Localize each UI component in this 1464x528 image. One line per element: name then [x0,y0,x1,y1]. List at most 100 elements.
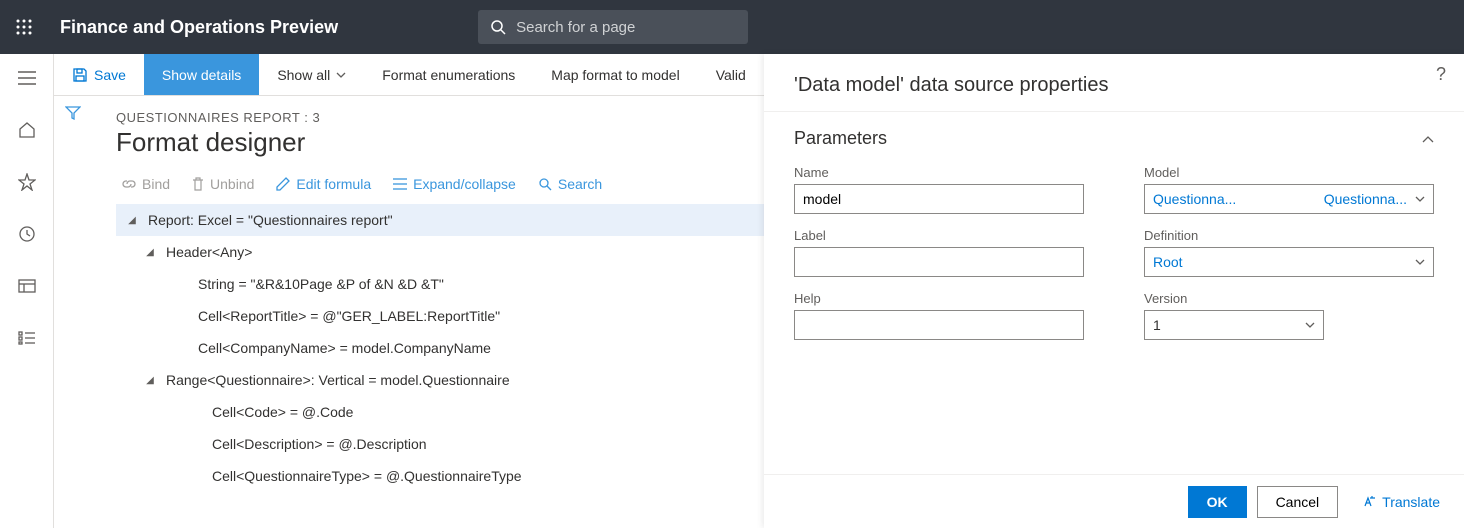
filter-column [54,96,92,528]
list-icon [393,178,407,190]
expand-label: Expand/collapse [413,176,516,192]
ok-button[interactable]: OK [1188,486,1247,518]
show-details-label: Show details [162,67,241,83]
properties-pane: ? 'Data model' data source properties Pa… [764,54,1464,528]
tree-row[interactable]: Cell<Code> = @.Code [116,396,764,428]
help-input[interactable] [794,310,1084,340]
tree-row-label: Report: Excel = "Questionnaires report" [148,212,393,228]
page-title: Format designer [116,127,764,158]
workspace-icon[interactable] [7,270,47,302]
translate-icon [1362,495,1376,509]
tree-row-label: Range<Questionnaire>: Vertical = model.Q… [166,372,510,388]
map-format-button[interactable]: Map format to model [533,54,697,95]
tree-row[interactable]: ◢ Report: Excel = "Questionnaires report" [116,204,764,236]
chevron-down-icon [1415,196,1425,202]
app-title: Finance and Operations Preview [60,17,338,38]
version-select[interactable]: 1 [1144,310,1324,340]
left-nav-rail [0,54,54,528]
validate-button[interactable]: Valid [698,54,764,95]
home-icon[interactable] [7,114,47,146]
format-enumerations-button[interactable]: Format enumerations [364,54,533,95]
translate-button[interactable]: Translate [1362,494,1440,510]
filter-icon[interactable] [65,106,81,528]
command-bar: Save Show details Show all Format enumer… [54,54,764,96]
show-all-button[interactable]: Show all [259,54,364,95]
save-icon [72,67,88,83]
search-placeholder: Search for a page [516,19,635,36]
definition-select[interactable]: Root [1144,247,1434,277]
search-icon [490,19,506,35]
tree-row-label: Cell<Description> = @.Description [212,436,427,452]
tree-row[interactable]: String = "&R&10Page &P of &N &D &T" [116,268,764,300]
edit-icon [276,177,290,191]
model-select[interactable]: Questionna... Questionna... [1144,184,1434,214]
tree-row-label: Cell<ReportTitle> = @"GER_LABEL:ReportTi… [198,308,500,324]
tree-caret-icon[interactable]: ◢ [144,375,156,386]
search-icon [538,177,552,191]
chevron-down-icon [1305,322,1315,328]
definition-label: Definition [1144,228,1434,243]
pane-footer: OK Cancel Translate [764,474,1464,528]
cancel-button[interactable]: Cancel [1257,486,1339,518]
breadcrumb: QUESTIONNAIRES REPORT : 3 [116,110,764,125]
label-label: Label [794,228,1084,243]
app-launcher-icon[interactable] [12,15,36,39]
parameters-section-header[interactable]: Parameters [794,128,1434,149]
show-all-label: Show all [277,67,330,83]
unbind-label: Unbind [210,176,254,192]
recent-icon[interactable] [7,218,47,250]
tree-row[interactable]: Cell<Description> = @.Description [116,428,764,460]
tree-row-label: String = "&R&10Page &P of &N &D &T" [198,276,444,292]
tree-row-label: Header<Any> [166,244,252,260]
tree-row-label: Cell<QuestionnaireType> = @.Questionnair… [212,468,522,484]
format-tree: ◢ Report: Excel = "Questionnaires report"… [116,204,764,492]
expand-collapse-button[interactable]: Expand/collapse [393,176,516,192]
show-details-button[interactable]: Show details [144,54,259,95]
section-title: Parameters [794,128,887,149]
bind-button: Bind [122,176,170,192]
chevron-down-icon [336,72,346,78]
label-input[interactable] [794,247,1084,277]
version-label: Version [1144,291,1434,306]
model-value-a: Questionna... [1153,191,1280,207]
validate-label: Valid [716,67,746,83]
tree-row-label: Cell<Code> = @.Code [212,404,353,420]
star-icon[interactable] [7,166,47,198]
hamburger-icon[interactable] [7,62,47,94]
global-header: Finance and Operations Preview Search fo… [0,0,1464,54]
name-input[interactable] [794,184,1084,214]
tree-row[interactable]: Cell<ReportTitle> = @"GER_LABEL:ReportTi… [116,300,764,332]
map-format-label: Map format to model [551,67,679,83]
help-icon[interactable]: ? [1436,64,1446,85]
search-button[interactable]: Search [538,176,602,192]
chevron-up-icon [1422,128,1434,149]
bind-label: Bind [142,176,170,192]
search-label: Search [558,176,602,192]
translate-label: Translate [1382,494,1440,510]
help-label: Help [794,291,1084,306]
tree-caret-icon[interactable]: ◢ [126,215,138,226]
save-label: Save [94,67,126,83]
designer-toolbar: Bind Unbind Edit formula Expand/collapse [116,170,764,204]
pane-title: 'Data model' data source properties [764,54,1464,112]
chevron-down-icon [1415,259,1425,265]
tree-caret-icon[interactable]: ◢ [144,247,156,258]
unbind-button: Unbind [192,176,254,192]
trash-icon [192,177,204,191]
tree-row[interactable]: ◢ Range<Questionnaire>: Vertical = model.… [116,364,764,396]
tree-row-label: Cell<CompanyName> = model.CompanyName [198,340,491,356]
link-icon [122,177,136,191]
version-value: 1 [1153,317,1161,333]
modules-icon[interactable] [7,322,47,354]
definition-value: Root [1153,254,1183,270]
model-label: Model [1144,165,1434,180]
tree-row[interactable]: Cell<QuestionnaireType> = @.Questionnair… [116,460,764,492]
tree-row[interactable]: Cell<CompanyName> = model.CompanyName [116,332,764,364]
model-value-b: Questionna... [1280,191,1407,207]
tree-row[interactable]: ◢ Header<Any> [116,236,764,268]
global-search[interactable]: Search for a page [478,10,748,44]
name-label: Name [794,165,1084,180]
edit-formula-button[interactable]: Edit formula [276,176,371,192]
format-enum-label: Format enumerations [382,67,515,83]
save-button[interactable]: Save [54,54,144,95]
